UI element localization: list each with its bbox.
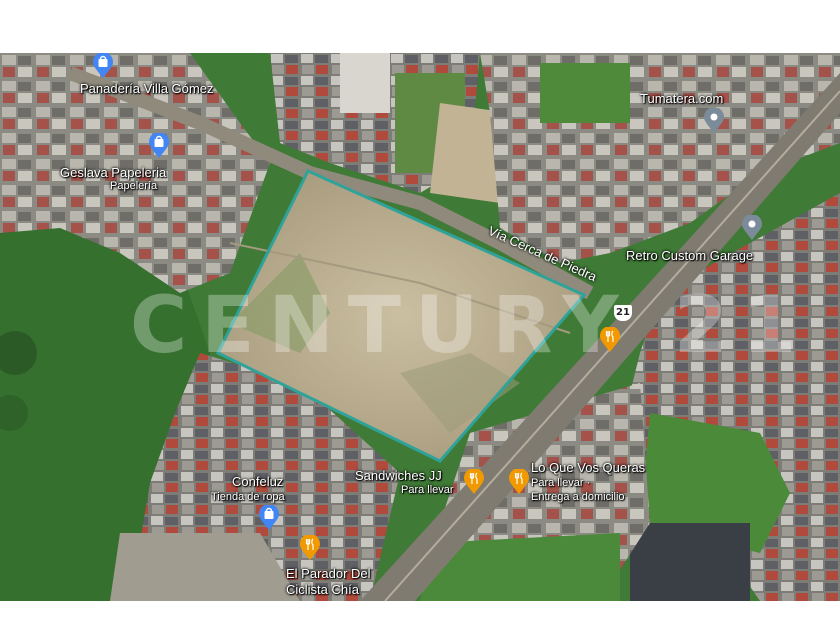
place-sublabel-el-parador: Ciclista Chía xyxy=(286,582,359,597)
shopping-bag-icon[interactable] xyxy=(148,132,170,164)
shopping-bag-icon[interactable] xyxy=(258,504,280,536)
restaurant-icon[interactable] xyxy=(599,326,621,358)
place-sublabel2-lo-que-vos-queras: Entrega a domicilio xyxy=(531,491,625,503)
place-label-el-parador[interactable]: El Parador Del xyxy=(286,566,371,581)
place-pin-icon[interactable] xyxy=(703,107,725,139)
restaurant-icon[interactable] xyxy=(299,534,321,566)
watermark: CENTURY 21 xyxy=(130,281,811,371)
shopping-bag-icon[interactable] xyxy=(92,53,114,84)
place-label-lo-que-vos-queras[interactable]: Lo Que Vos Queras xyxy=(531,460,645,475)
place-sublabel-geslava: Papelería xyxy=(110,180,158,192)
place-label-sandwiches-jj[interactable]: Sandwiches JJ xyxy=(355,468,442,483)
place-label-retro-custom-garage[interactable]: Retro Custom Garage xyxy=(626,248,753,263)
restaurant-icon[interactable] xyxy=(463,468,485,500)
place-label-panaderia[interactable]: Panadería Villa Gómez xyxy=(80,81,213,96)
place-label-confeluz[interactable]: Confeluz xyxy=(232,474,283,489)
place-sublabel-sandwiches-jj: Para llevar xyxy=(401,484,454,496)
place-sublabel-lo-que-vos-queras: Para llevar · xyxy=(531,477,591,489)
place-sublabel-confeluz: Tienda de ropa xyxy=(211,491,285,503)
satellite-map[interactable]: CENTURY 21 Vía Cerca de Piedra 21 Panade… xyxy=(0,53,840,601)
place-pin-icon[interactable] xyxy=(741,214,763,246)
place-label-geslava[interactable]: Geslava Papeleria xyxy=(60,165,166,180)
restaurant-icon[interactable] xyxy=(508,468,530,500)
route-shield: 21 xyxy=(614,305,632,321)
place-label-tumatera[interactable]: Tumatera.com xyxy=(640,91,723,106)
